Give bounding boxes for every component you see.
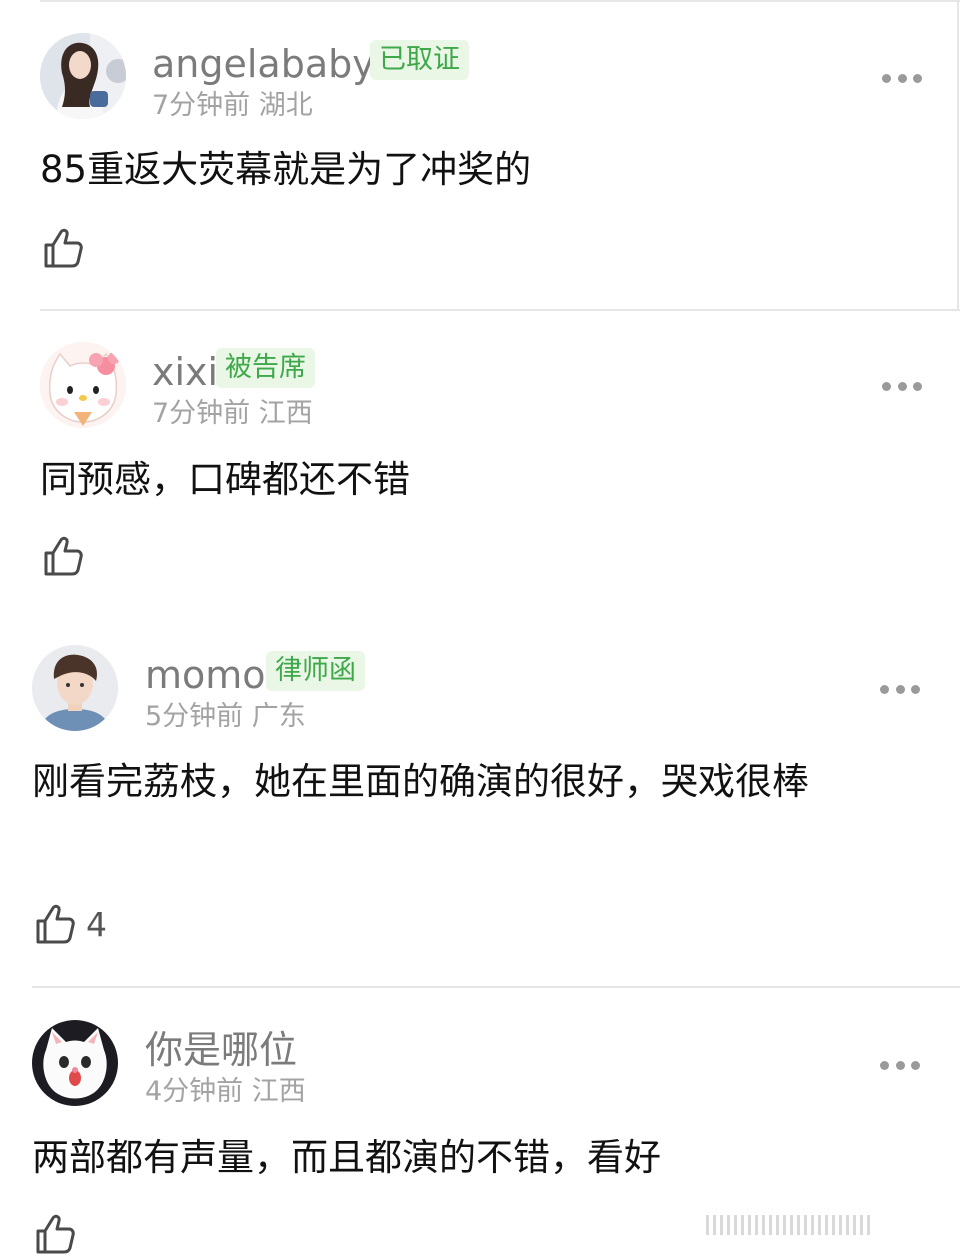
dot <box>911 684 920 694</box>
dot <box>895 684 905 694</box>
user-badge: 律师函 <box>266 651 365 691</box>
comment-location: 广东 <box>251 701 306 732</box>
thumbs-up-icon <box>44 536 83 576</box>
user-badge: 被告席 <box>216 348 315 388</box>
like-count: 4 <box>86 904 107 944</box>
thumbs-up-icon <box>44 228 83 268</box>
top-divider <box>40 0 960 2</box>
dot <box>895 1060 905 1070</box>
avatar[interactable] <box>40 33 126 119</box>
more-options-button[interactable] <box>880 684 920 694</box>
boy-photo-avatar-icon <box>32 645 118 731</box>
comment-divider <box>32 986 960 988</box>
dot <box>897 381 907 391</box>
comment-divider <box>40 309 960 311</box>
comment-time: 5分钟前 <box>145 701 244 732</box>
comment-location: 江西 <box>251 1076 306 1107</box>
comment-text: 85重返大荧幕就是为了冲奖的 <box>40 148 532 191</box>
comment-time: 7分钟前 <box>152 90 251 121</box>
dot <box>882 73 891 83</box>
white-cat-avatar-icon <box>32 1020 118 1106</box>
dot <box>913 73 922 83</box>
comment-location: 江西 <box>258 398 313 429</box>
comment-time: 7分钟前 <box>152 398 251 429</box>
more-options-button[interactable] <box>880 1060 920 1070</box>
comment-text: 同预感，口碑都还不错 <box>40 458 410 501</box>
comment-meta: 7分钟前 江西 <box>152 398 313 430</box>
like-button[interactable] <box>34 1212 86 1256</box>
dot <box>882 381 891 391</box>
username[interactable]: angelababy <box>152 42 375 86</box>
like-button[interactable]: 4 <box>34 902 107 946</box>
dot <box>880 684 889 694</box>
like-button[interactable] <box>42 226 94 270</box>
comment-text: 刚看完荔枝，她在里面的确演的很好，哭戏很棒 <box>32 760 809 803</box>
like-button[interactable] <box>42 534 94 578</box>
dot <box>911 1060 920 1070</box>
right-border <box>957 0 959 310</box>
watermark <box>706 1210 950 1240</box>
dot <box>913 381 922 391</box>
dot <box>880 1060 889 1070</box>
thumbs-up-icon <box>36 1214 75 1254</box>
username[interactable]: 你是哪位 <box>145 1028 297 1072</box>
more-options-button[interactable] <box>882 73 922 83</box>
comment-text: 两部都有声量，而且都演的不错，看好 <box>32 1136 661 1179</box>
comment-meta: 7分钟前 湖北 <box>152 90 313 122</box>
comment-time: 4分钟前 <box>145 1076 244 1107</box>
more-options-button[interactable] <box>882 381 922 391</box>
username[interactable]: momo <box>145 653 266 697</box>
comment-meta: 4分钟前 江西 <box>145 1076 306 1108</box>
user-badge: 已取证 <box>370 40 469 80</box>
avatar[interactable] <box>40 342 126 428</box>
comment-meta: 5分钟前 广东 <box>145 701 306 733</box>
girl-photo-avatar-icon <box>40 33 126 119</box>
comment-location: 湖北 <box>258 90 313 121</box>
avatar[interactable] <box>32 1020 118 1106</box>
avatar[interactable] <box>32 645 118 731</box>
hello-kitty-avatar-icon <box>40 342 126 428</box>
dot <box>897 73 907 83</box>
thumbs-up-icon <box>36 904 75 944</box>
username[interactable]: xixi <box>152 350 218 394</box>
